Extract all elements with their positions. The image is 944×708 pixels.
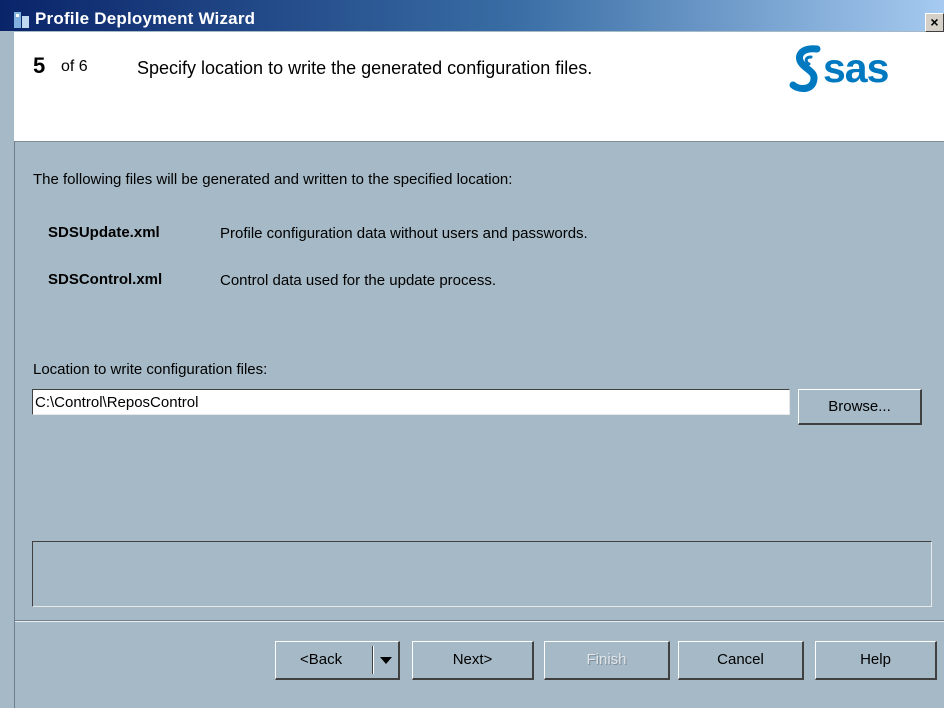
left-border — [14, 141, 15, 708]
close-icon: × — [930, 14, 939, 30]
help-button[interactable]: Help — [815, 641, 937, 680]
file-name: SDSControl.xml — [48, 271, 163, 288]
location-label: Location to write configuration files: — [33, 361, 268, 378]
location-input[interactable] — [32, 389, 790, 415]
back-split-divider-highlight — [373, 646, 374, 674]
step-number: 5 — [33, 53, 46, 78]
sas-logo-text: sas — [823, 45, 889, 91]
intro-text: The following files will be generated an… — [33, 171, 513, 188]
next-button[interactable]: Next> — [412, 641, 534, 680]
step-description: Specify location to write the generated … — [137, 58, 593, 78]
file-description: Control data used for the update process… — [220, 272, 497, 289]
close-button[interactable]: × — [925, 13, 944, 32]
window-title: Profile Deployment Wizard — [35, 9, 256, 28]
file-description: Profile configuration data without users… — [220, 225, 588, 242]
sas-swirl-icon — [789, 45, 821, 92]
back-button-label: <Back — [300, 651, 343, 668]
back-button[interactable]: <Back — [275, 641, 400, 680]
file-name: SDSUpdate.xml — [48, 224, 160, 241]
chevron-down-icon[interactable] — [380, 657, 392, 664]
status-panel — [32, 541, 932, 607]
cancel-button[interactable]: Cancel — [678, 641, 804, 680]
button-separator — [15, 620, 944, 622]
sas-logo: sas — [787, 41, 922, 96]
step-total: of 6 — [61, 58, 88, 75]
wizard-app-icon — [14, 12, 29, 28]
finish-button[interactable]: Finish — [544, 641, 670, 680]
browse-button[interactable]: Browse... — [798, 389, 922, 425]
title-bar[interactable]: Profile Deployment Wizard × — [0, 0, 944, 32]
